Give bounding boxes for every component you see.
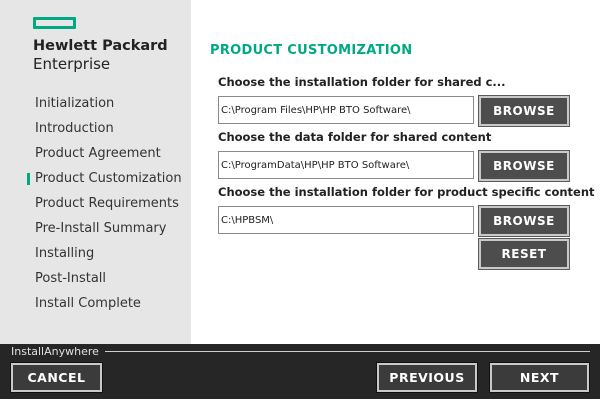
step-product-requirements: Product Requirements — [0, 194, 191, 219]
step-post-install: Post-Install — [0, 269, 191, 294]
footer-bar: InstallAnywhere CANCEL PREVIOUS NEXT — [0, 344, 600, 399]
next-button[interactable]: NEXT — [489, 362, 590, 393]
step-label: Product Agreement — [35, 146, 161, 161]
step-product-agreement: Product Agreement — [0, 144, 191, 169]
previous-button[interactable]: PREVIOUS — [376, 362, 478, 393]
step-introduction: Introduction — [0, 119, 191, 144]
cancel-button[interactable]: CANCEL — [10, 362, 103, 393]
step-product-customization: Product Customization — [0, 169, 191, 194]
shared-data-folder-label: Choose the data folder for shared conten… — [218, 130, 492, 144]
step-label: Pre-Install Summary — [35, 221, 167, 236]
step-install-complete: Install Complete — [0, 294, 191, 319]
step-initialization: Initialization — [0, 94, 191, 119]
shared-data-folder-input[interactable] — [218, 151, 474, 179]
step-installing: Installing — [0, 244, 191, 269]
step-label: Install Complete — [35, 296, 141, 311]
browse-shared-data-button[interactable]: BROWSE — [478, 150, 570, 182]
installer-brand: InstallAnywhere — [11, 345, 99, 358]
page-title: PRODUCT CUSTOMIZATION — [210, 43, 413, 58]
reset-button[interactable]: RESET — [478, 238, 570, 270]
step-label: Product Customization — [35, 171, 182, 186]
step-label: Post-Install — [35, 271, 107, 286]
step-label: Installing — [35, 246, 95, 261]
step-label: Product Requirements — [35, 196, 179, 211]
shared-install-folder-label: Choose the installation folder for share… — [218, 75, 506, 89]
browse-shared-install-button[interactable]: BROWSE — [478, 95, 570, 127]
company-name-line2: Enterprise — [33, 55, 111, 73]
product-install-folder-input[interactable] — [218, 206, 474, 234]
hpe-logo-icon — [33, 17, 76, 29]
sidebar: Hewlett Packard Enterprise Initializatio… — [0, 0, 191, 344]
install-steps-list: Initialization Introduction Product Agre… — [0, 94, 191, 319]
current-step-marker-icon — [27, 173, 30, 185]
step-label: Initialization — [35, 96, 115, 111]
footer-divider — [105, 351, 590, 352]
product-install-folder-label: Choose the installation folder for produ… — [218, 185, 595, 199]
browse-product-install-button[interactable]: BROWSE — [478, 205, 570, 237]
step-pre-install-summary: Pre-Install Summary — [0, 219, 191, 244]
step-label: Introduction — [35, 121, 114, 136]
company-name-line1: Hewlett Packard — [33, 38, 168, 54]
shared-install-folder-input[interactable] — [218, 96, 474, 124]
